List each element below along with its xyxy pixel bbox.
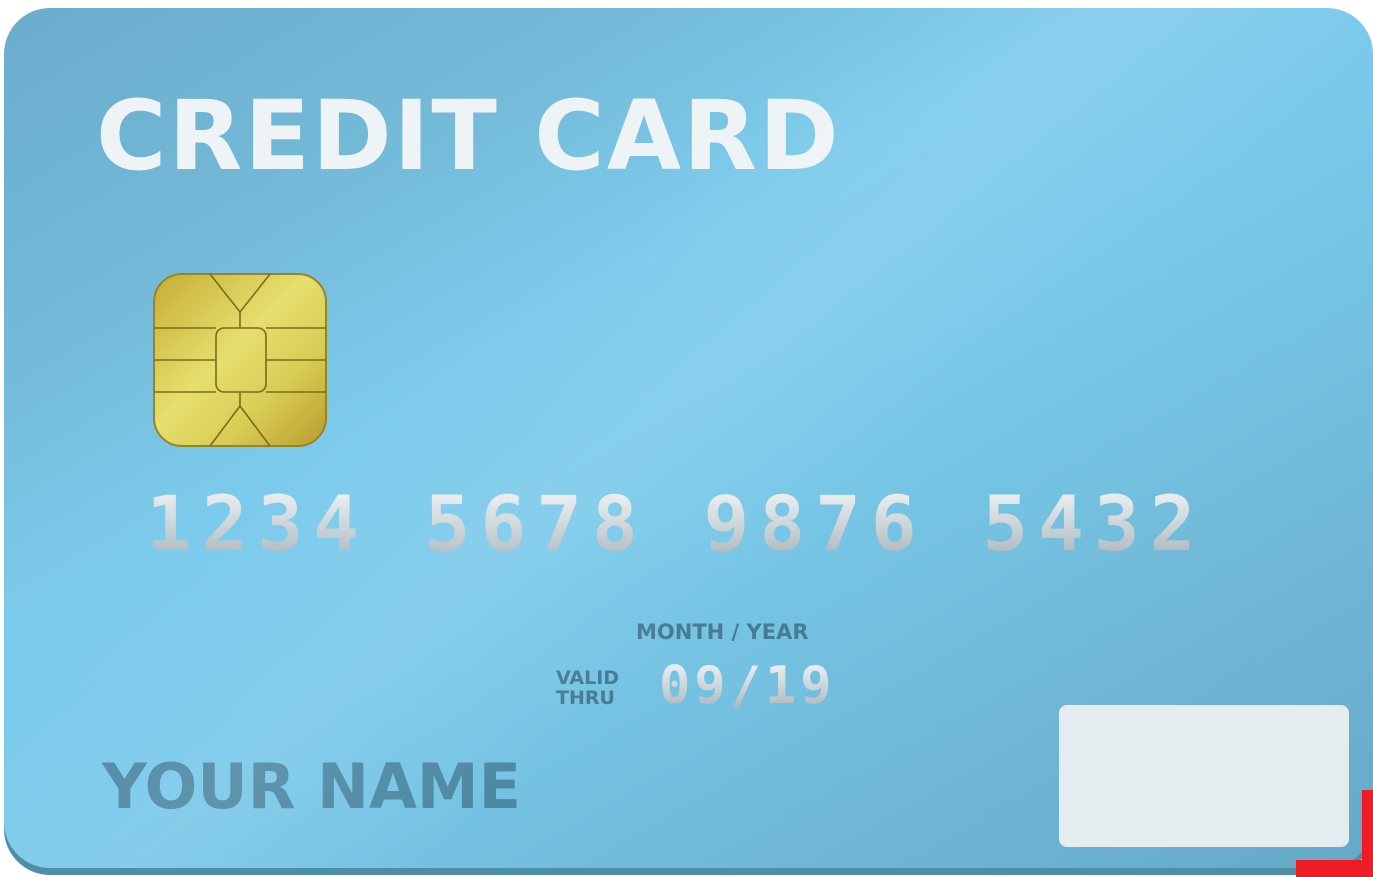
valid-label: VALID [556,667,620,689]
corner-mark-horizontal [1296,860,1373,877]
expiry-caption: MONTH / YEAR [636,620,809,644]
corner-mark [1296,790,1373,877]
credit-card: CREDIT CARD 1234 5678 9876 5432 MONTH / … [4,8,1373,868]
card-number: 1234 5678 9876 5432 [146,479,1206,568]
canvas: CREDIT CARD 1234 5678 9876 5432 MONTH / … [0,0,1373,877]
card-title: CREDIT CARD [96,80,841,192]
emv-chip-icon [153,273,327,447]
thru-label: THRU [556,687,615,709]
valid-thru-label: VALID THRU [556,668,626,708]
expiry-date: 09/19 [659,656,836,716]
cardholder-name: YOUR NAME [102,750,521,823]
